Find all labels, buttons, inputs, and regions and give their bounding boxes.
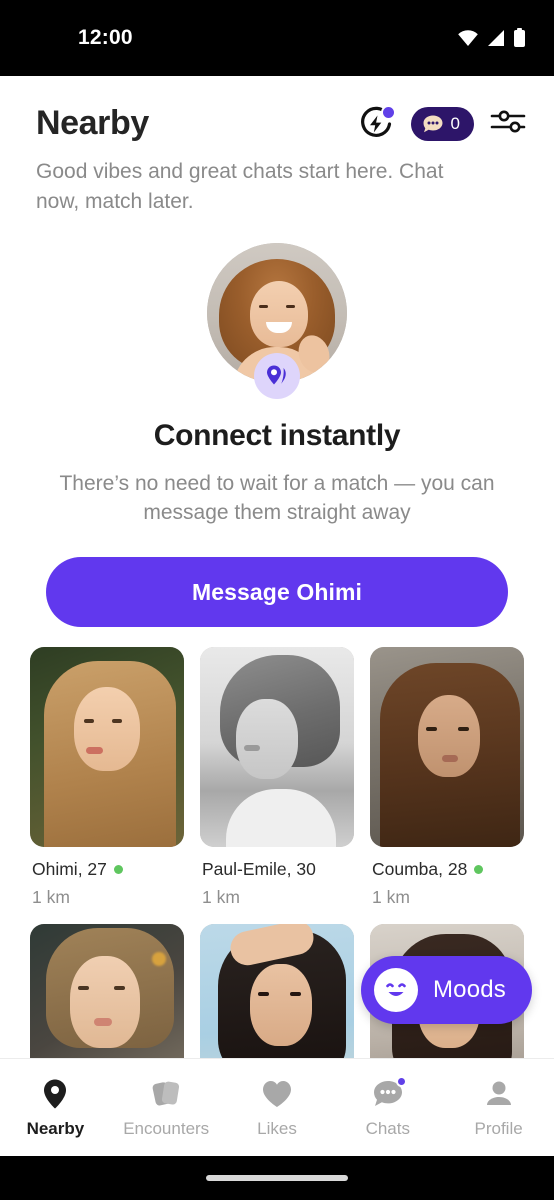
chat-bubble-icon (372, 1075, 407, 1111)
intro-text: Good vibes and great chats start here. C… (36, 160, 444, 213)
nav-label-nearby: Nearby (26, 1118, 85, 1138)
profile-name: Paul-Emile, 30 (202, 859, 316, 880)
profile-name-row: Ohimi, 27 (32, 859, 182, 880)
profile-distance: 1 km (372, 887, 410, 908)
profile-photo (370, 647, 524, 848)
chat-bubble-icon (423, 115, 443, 132)
home-indicator[interactable] (206, 1175, 348, 1181)
chat-count-label: 0 (450, 114, 460, 133)
cellular-signal-icon (488, 30, 504, 46)
nav-label-chats: Chats (365, 1118, 410, 1138)
boost-badge-dot (380, 104, 396, 120)
filter-sliders-icon (490, 110, 526, 132)
profile-card[interactable]: Ohimi, 27 1 km (30, 647, 184, 908)
page-header: Nearby 0 (0, 76, 554, 143)
location-pin-icon (41, 1077, 69, 1111)
person-icon (484, 1077, 514, 1111)
profile-photo (200, 647, 354, 848)
profile-distance: 1 km (32, 887, 70, 908)
hero-subtitle: There’s no need to wait for a match — yo… (59, 471, 495, 525)
bottom-navigation: Nearby Encounters Likes Chats Profile (0, 1058, 554, 1156)
status-time: 12:00 (78, 26, 133, 49)
page-title: Nearby (36, 104, 149, 142)
app-screen: 12:00 Nearby 0 Good vibes and great chat… (0, 0, 554, 1200)
filter-button[interactable] (490, 106, 526, 142)
online-status-dot (474, 865, 484, 875)
nav-item-chats[interactable]: Chats (332, 1075, 443, 1139)
message-button[interactable]: Message Ohimi (46, 557, 508, 628)
status-icons (457, 28, 526, 48)
profile-meta: Paul-Emile, 30 1 km (200, 847, 354, 908)
profile-name: Ohimi, 27 (32, 859, 107, 880)
gesture-bar (0, 1156, 554, 1200)
profile-name-row: Paul-Emile, 30 (202, 859, 352, 880)
chats-badge-dot (395, 1075, 407, 1087)
nav-item-profile[interactable]: Profile (443, 1077, 554, 1139)
cards-stack-icon (150, 1077, 182, 1111)
nav-label-encounters: Encounters (123, 1118, 210, 1138)
battery-icon (514, 28, 525, 47)
nav-item-likes[interactable]: Likes (222, 1077, 333, 1139)
profile-card[interactable]: Paul-Emile, 30 1 km (200, 647, 354, 908)
profile-meta: Ohimi, 27 1 km (30, 847, 184, 908)
cta-container: Message Ohimi (0, 527, 554, 628)
profile-grid: Ohimi, 27 1 km Paul-Emile, 30 1 km Coumb… (0, 627, 554, 1125)
avatar[interactable] (207, 242, 347, 399)
profile-card[interactable]: Coumba, 28 1 km (370, 647, 524, 908)
location-pin-badge (254, 352, 300, 399)
boost-button[interactable] (357, 104, 396, 143)
nav-label-profile: Profile (474, 1118, 523, 1138)
nav-label-likes: Likes (257, 1118, 297, 1138)
moods-button[interactable]: Moods (360, 956, 532, 1024)
header-actions: 0 (357, 104, 526, 143)
profile-distance: 1 km (202, 887, 240, 908)
hero-section: Connect instantly There’s no need to wai… (0, 217, 554, 528)
profile-meta: Coumba, 28 1 km (370, 847, 524, 908)
nav-item-encounters[interactable]: Encounters (111, 1077, 222, 1139)
smiley-face-icon (373, 968, 418, 1012)
profile-name: Coumba, 28 (372, 859, 468, 880)
online-status-dot (113, 865, 123, 875)
wifi-icon (458, 30, 478, 46)
hero-title: Connect instantly (153, 418, 401, 452)
chat-counter-button[interactable]: 0 (410, 106, 474, 141)
nav-item-nearby[interactable]: Nearby (0, 1077, 111, 1139)
profile-name-row: Coumba, 28 (372, 859, 522, 880)
location-pin-icon (267, 365, 286, 385)
status-bar: 12:00 (0, 0, 554, 76)
heart-icon (261, 1077, 293, 1111)
profile-photo (30, 647, 184, 848)
moods-label: Moods (432, 976, 506, 1003)
